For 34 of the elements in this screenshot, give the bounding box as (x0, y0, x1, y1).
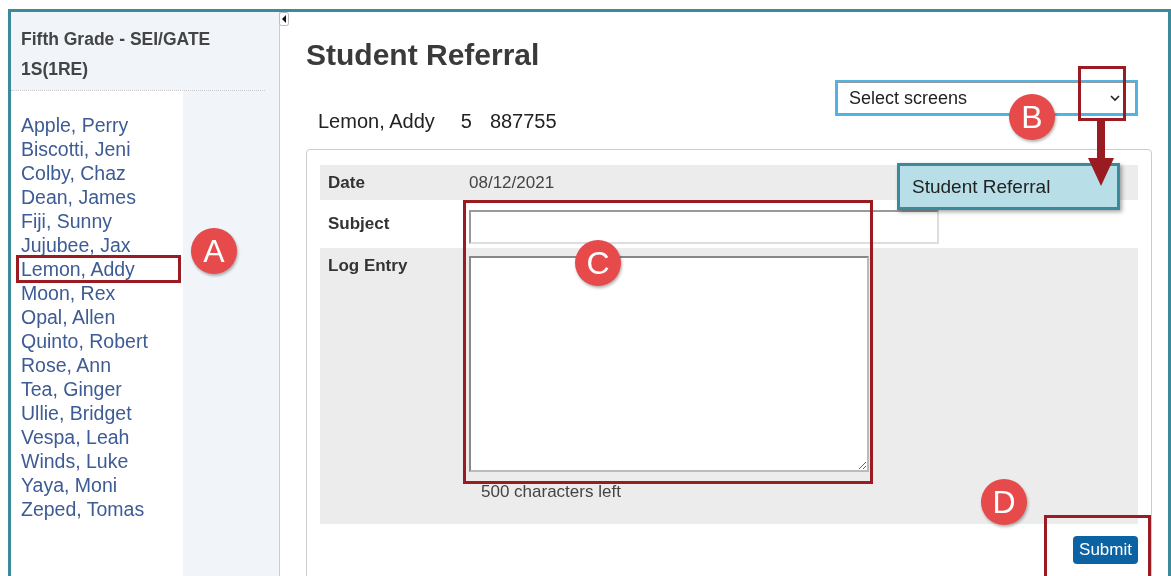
field-label: Date (327, 172, 366, 193)
dropdown-option[interactable]: Student Referral (897, 163, 1120, 210)
student-link[interactable]: Winds, Luke (11, 449, 161, 473)
student-link[interactable]: Jujubee, Jax (11, 233, 161, 257)
student-link[interactable]: Fiji, Sunny (11, 209, 161, 233)
student-grade: 5 (460, 110, 472, 133)
student-link[interactable]: Opal, Allen (11, 305, 161, 329)
highlight-box (1078, 66, 1126, 121)
student-link[interactable]: Lemon, Addy (18, 257, 179, 281)
submit-button[interactable]: Submit (1073, 536, 1138, 564)
student-link[interactable]: Vespa, Leah (11, 425, 161, 449)
page-title: Student Referral (306, 38, 540, 72)
date-value: 08/12/2021 (469, 172, 555, 193)
student-link[interactable]: Biscotti, Jeni (11, 137, 161, 161)
chevron-down-icon (1110, 94, 1120, 102)
student-link[interactable]: Apple, Perry (11, 113, 161, 137)
student-link[interactable]: Quinto, Robert (11, 329, 161, 353)
down-arrow-icon (1087, 120, 1115, 186)
student-name: Lemon, Addy (318, 110, 435, 133)
subject-field[interactable] (469, 210, 939, 244)
field-label: Subject (327, 214, 391, 234)
field-label: Log Entry (327, 256, 409, 276)
student-link[interactable]: Colby, Chaz (11, 161, 161, 185)
student-link[interactable]: Zeped, Tomas (11, 497, 161, 521)
student-link[interactable]: Rose, Ann (11, 353, 161, 377)
student-link[interactable]: Yaya, Moni (11, 473, 161, 497)
student-link[interactable]: Tea, Ginger (11, 377, 161, 401)
student-link[interactable]: Dean, James (11, 185, 161, 209)
character-counter: 500 characters left (481, 482, 622, 502)
student-link[interactable]: Ullie, Bridget (11, 401, 161, 425)
student-id: 887755 (489, 110, 557, 133)
student-link[interactable]: Moon, Rex (11, 281, 161, 305)
callout-badge: B (1009, 94, 1055, 140)
collapse-tab-icon[interactable] (279, 12, 289, 26)
